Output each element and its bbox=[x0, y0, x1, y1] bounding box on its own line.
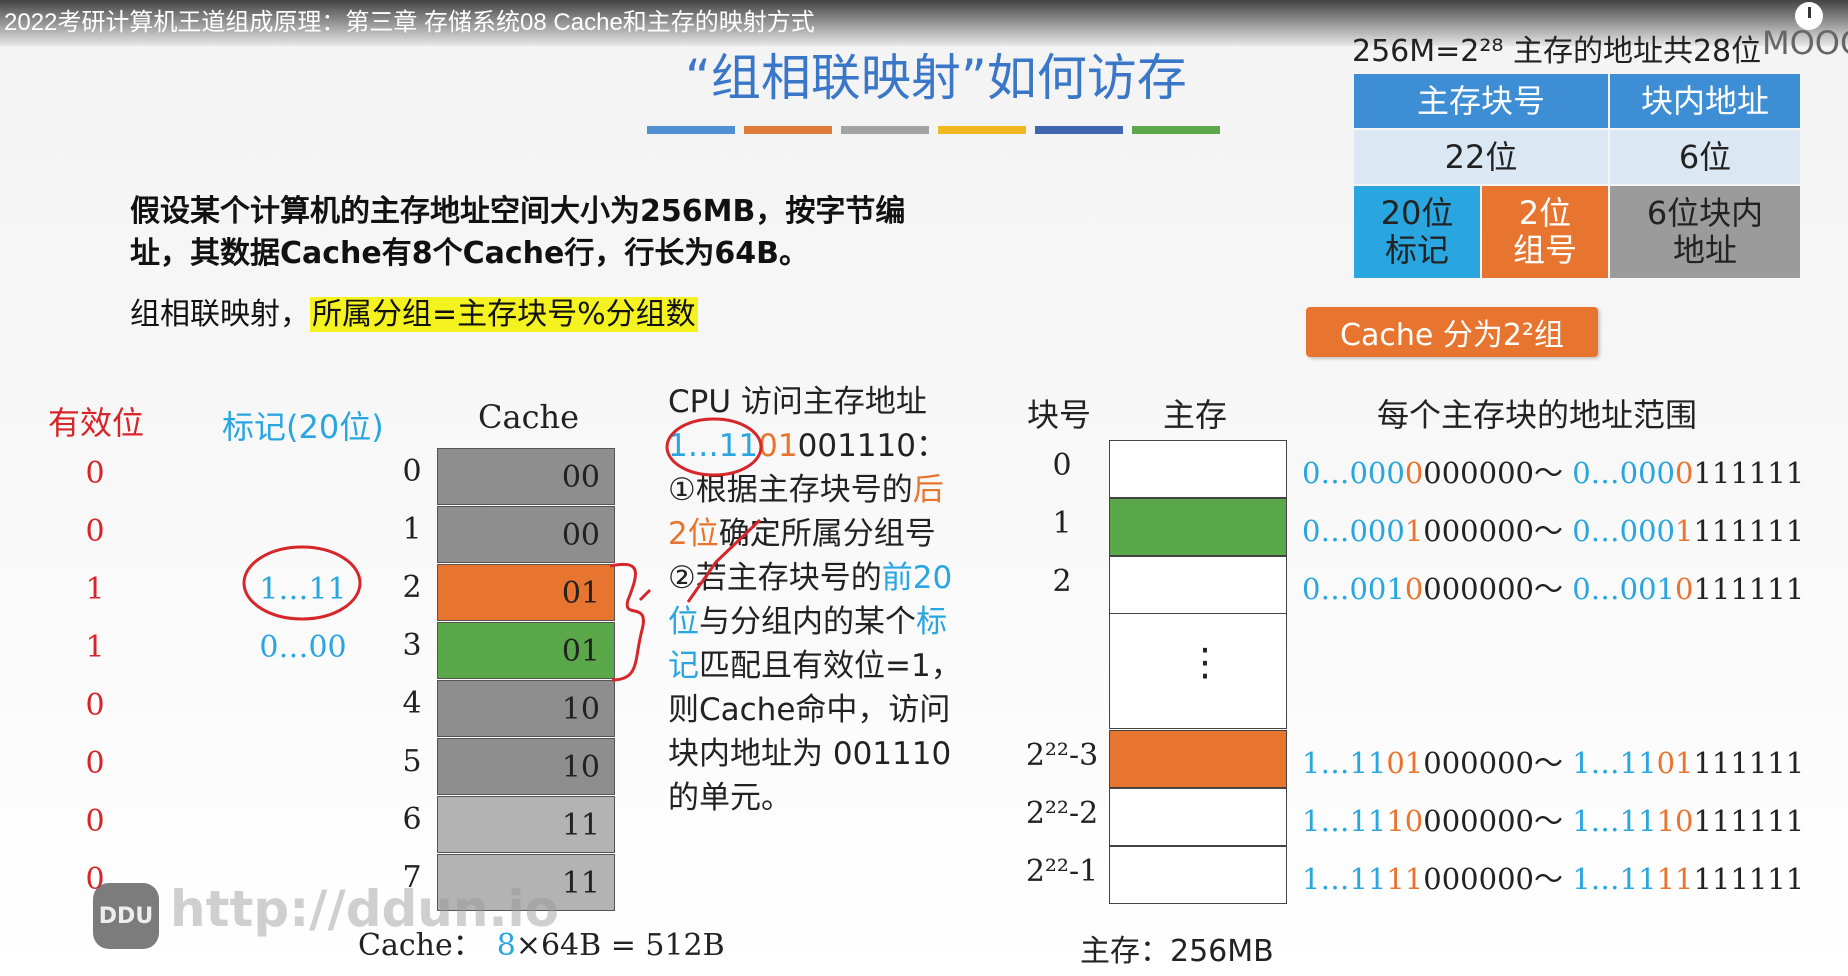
group-brace-tick bbox=[638, 588, 652, 602]
pen-annotations bbox=[242, 417, 763, 682]
address-circle-annotation bbox=[665, 417, 763, 477]
tag-circle-annotation bbox=[242, 545, 362, 621]
check-mark-annotation bbox=[686, 518, 762, 603]
watermark-url: http://ddun.io bbox=[170, 880, 559, 938]
group-brace-annotation bbox=[609, 562, 645, 682]
ddu-logo: DDU bbox=[93, 883, 159, 949]
